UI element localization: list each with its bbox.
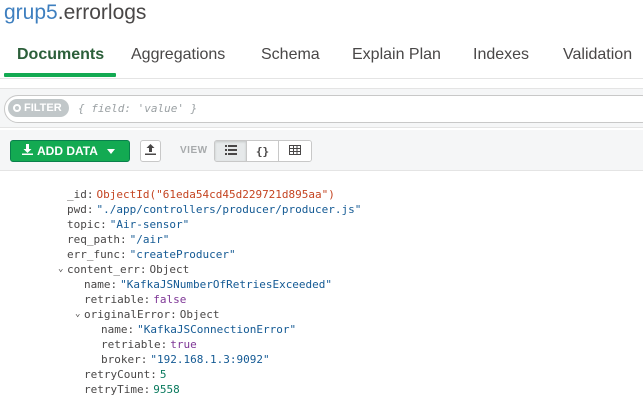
field-key: retryTime xyxy=(84,383,144,396)
view-switcher: {} xyxy=(214,140,312,162)
filter-history-icon xyxy=(13,104,21,112)
field-value: false xyxy=(153,293,187,306)
field-type: Object xyxy=(149,263,190,276)
field-value: "createProducer" xyxy=(129,248,236,261)
database-link[interactable]: grup5 xyxy=(4,1,58,24)
field-row-content-err-retriable: retriable: false xyxy=(84,293,187,306)
table-view-icon xyxy=(289,144,301,158)
tab-aggregations[interactable]: Aggregations xyxy=(131,38,225,76)
field-value: true xyxy=(170,338,197,351)
field-row-err-func: err_func: "createProducer" xyxy=(67,248,236,261)
field-key: _id xyxy=(67,188,87,201)
field-value: "KafkaJSConnectionError" xyxy=(137,323,297,336)
chevron-down-icon xyxy=(106,148,115,154)
field-value: 5 xyxy=(159,368,167,381)
field-key: name xyxy=(101,323,128,336)
field-row-pwd: pwd: "./app/controllers/producer/producer… xyxy=(67,203,362,216)
field-key: name xyxy=(84,278,111,291)
filter-pill[interactable]: FILTER xyxy=(8,99,69,117)
field-type: Object xyxy=(179,308,220,321)
field-row-content-err[interactable]: content_err: Object xyxy=(67,262,189,277)
field-row-retry-count: retryCount: 5 xyxy=(84,368,167,381)
list-view-icon xyxy=(224,144,237,158)
table-view-button[interactable] xyxy=(279,141,311,161)
field-row-original-error-name: name: "KafkaJSConnectionError" xyxy=(101,323,297,336)
chevron-down-icon[interactable]: ⌄ xyxy=(58,262,66,277)
field-row-id: _id: ObjectId("61eda54cd45d229721d895aa") xyxy=(67,188,335,201)
tab-explain-plan[interactable]: Explain Plan xyxy=(352,38,441,76)
json-view-icon: {} xyxy=(255,144,270,158)
collection-tabs: Documents Aggregations Schema Explain Pl… xyxy=(0,38,643,79)
active-tab-indicator xyxy=(4,73,116,77)
view-label: VIEW xyxy=(180,145,208,156)
add-data-button[interactable]: ADD DATA xyxy=(10,140,130,162)
field-key: retryCount xyxy=(84,368,151,381)
namespace-title: grup5.errorlogs xyxy=(4,0,146,30)
tab-validation[interactable]: Validation xyxy=(563,38,632,76)
field-key: content_err xyxy=(67,263,140,276)
field-key: topic xyxy=(67,218,101,231)
filter-pill-label: FILTER xyxy=(24,102,62,114)
tab-schema[interactable]: Schema xyxy=(261,38,320,76)
field-value: "./app/controllers/producer/producer.js" xyxy=(96,203,362,216)
field-value: "/air" xyxy=(129,233,170,246)
export-icon xyxy=(145,144,156,158)
field-row-topic: topic: "Air-sensor" xyxy=(67,218,190,231)
field-row-content-err-name: name: "KafkaJSNumberOfRetriesExceeded" xyxy=(84,278,333,291)
field-key: originalError xyxy=(84,308,171,321)
filter-input-container[interactable]: FILTER { field: 'value' } xyxy=(4,95,643,123)
collection-name: errorlogs xyxy=(63,1,147,24)
filter-input[interactable]: { field: 'value' } xyxy=(78,100,197,118)
field-key: broker xyxy=(101,353,141,366)
chevron-down-icon[interactable]: ⌄ xyxy=(75,307,83,322)
tab-indexes[interactable]: Indexes xyxy=(473,38,529,76)
field-row-original-error[interactable]: originalError: Object xyxy=(84,307,219,322)
field-value: 9558 xyxy=(153,383,180,396)
field-value: "KafkaJSNumberOfRetriesExceeded" xyxy=(120,278,333,291)
download-icon xyxy=(22,144,33,158)
field-row-req-path: req_path: "/air" xyxy=(67,233,170,246)
field-row-original-error-broker: broker: "192.168.1.3:9092" xyxy=(101,353,270,366)
field-key: req_path xyxy=(67,233,120,246)
json-view-button[interactable]: {} xyxy=(247,141,279,161)
field-key: err_func xyxy=(67,248,120,261)
field-row-retry-time: retryTime: 9558 xyxy=(84,383,180,396)
document-card: _id: ObjectId("61eda54cd45d229721d895aa")… xyxy=(0,178,643,406)
field-key: retriable xyxy=(101,338,161,351)
field-value: "Air-sensor" xyxy=(109,218,190,231)
field-key: retriable xyxy=(84,293,144,306)
field-key: pwd xyxy=(67,203,87,216)
field-value: "192.168.1.3:9092" xyxy=(150,353,270,366)
documents-toolbar: ADD DATA VIEW {} xyxy=(0,130,643,171)
add-data-label: ADD DATA xyxy=(37,144,98,158)
export-collection-button[interactable] xyxy=(140,140,161,162)
tab-documents[interactable]: Documents xyxy=(17,38,104,76)
field-row-original-error-retriable: retriable: true xyxy=(101,338,197,351)
field-value: ObjectId("61eda54cd45d229721d895aa") xyxy=(96,188,335,201)
query-bar: FILTER { field: 'value' } xyxy=(0,88,643,128)
list-view-button[interactable] xyxy=(215,141,247,161)
